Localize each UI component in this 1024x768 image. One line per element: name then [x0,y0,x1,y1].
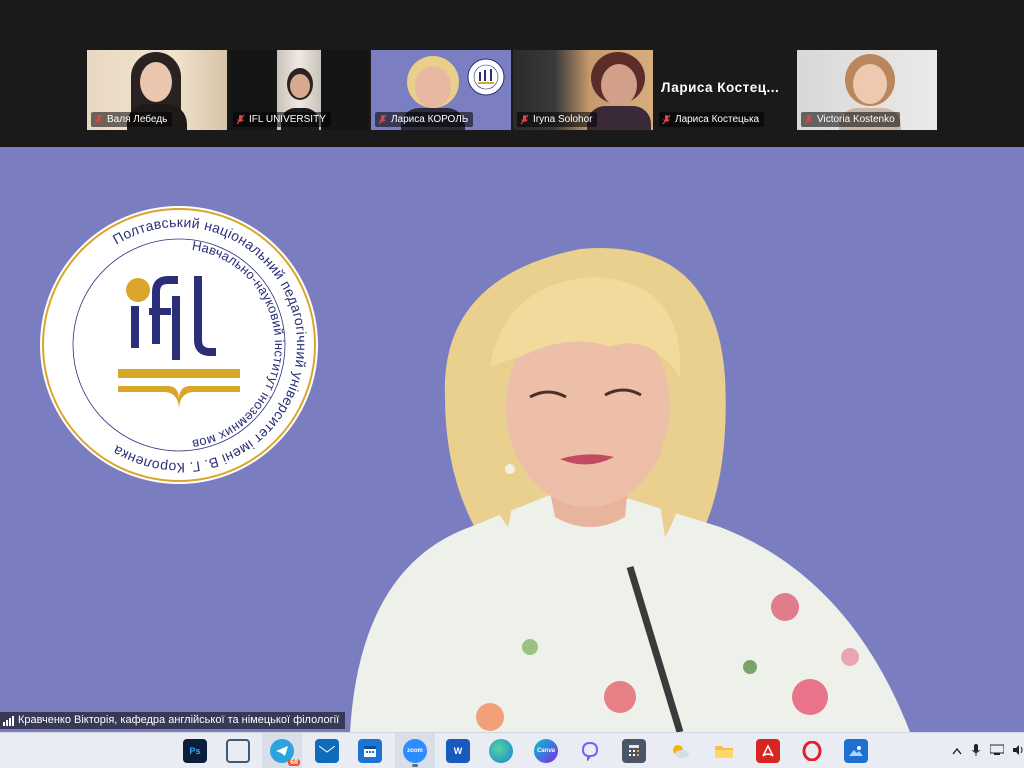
participant-name-bar: Victoria Kostenko [801,112,900,127]
edge-icon[interactable] [489,739,513,763]
viber-icon[interactable] [578,739,602,763]
mic-muted-icon [378,114,387,125]
participant-tile[interactable]: Iryna Solohor [513,50,653,130]
weather-icon[interactable] [668,739,692,763]
speaker-name: Кравченко Вікторія, кафедра англійської … [18,714,340,726]
zoom-icon[interactable]: zoom [403,739,427,763]
calendar-icon[interactable] [358,739,382,763]
speaker-video [350,248,910,732]
participant-display-name: Лариса Костец... [661,80,780,95]
participant-tile[interactable]: Валя Лебедь [87,50,227,130]
participant-tile[interactable]: Лариса Костец... Лариса Костецька [655,50,795,130]
participant-name-bar: Валя Лебедь [91,112,173,127]
participant-tile[interactable]: Лариса КОРОЛЬ [371,50,511,130]
participant-strip: Валя Лебедь IFL UNIVERSITY Лариса КОРОЛЬ [0,0,1024,147]
app-icon[interactable] [226,739,250,763]
mail-icon[interactable] [315,739,339,763]
participant-name: Лариса КОРОЛЬ [391,114,469,125]
speaker-name-label: Кравченко Вікторія, кафедра англійської … [0,712,346,729]
participant-name: IFL UNIVERSITY [249,114,326,125]
canva-icon[interactable]: Canva [534,739,558,763]
microphone-icon[interactable] [972,743,980,759]
mic-muted-icon [804,114,813,125]
participant-name: Лариса Костецька [675,114,760,125]
volume-icon[interactable] [1012,744,1024,759]
participant-name-bar: IFL UNIVERSITY [233,112,331,127]
photos-icon[interactable] [844,739,868,763]
participant-name-bar: Лариса КОРОЛЬ [375,112,474,127]
mic-muted-icon [236,114,245,125]
participant-name: Victoria Kostenko [817,114,895,125]
acrobat-icon[interactable] [756,739,780,763]
ifl-logo-small-icon [467,58,505,96]
ifl-seal-logo: Полтавський національний педагогічний ун… [40,206,318,484]
opera-icon[interactable] [800,739,824,763]
signal-strength-icon [3,715,14,726]
mic-muted-icon [94,114,103,125]
network-icon[interactable] [989,744,1005,758]
photoshop-icon[interactable]: Ps [183,739,207,763]
mic-muted-icon [662,114,671,125]
windows-taskbar: Ps 68 zoom W Canva [0,732,1024,768]
mic-muted-icon [520,114,529,125]
participant-name: Iryna Solohor [533,114,593,125]
participant-tile[interactable]: Victoria Kostenko [797,50,937,130]
participant-name-bar: Iryna Solohor [517,112,598,127]
telegram-badge: 68 [288,759,300,766]
explorer-icon[interactable] [712,739,736,763]
participant-name-bar: Лариса Костецька [659,112,765,127]
telegram-icon[interactable]: 68 [270,739,300,766]
word-icon[interactable]: W [446,739,470,763]
participant-name: Валя Лебедь [107,114,168,125]
active-speaker-view: Полтавський національний педагогічний ун… [0,147,1024,732]
system-tray [952,742,1024,760]
participant-tile[interactable]: IFL UNIVERSITY [229,50,369,130]
calculator-icon[interactable] [622,739,646,763]
chevron-up-icon[interactable] [952,744,962,758]
